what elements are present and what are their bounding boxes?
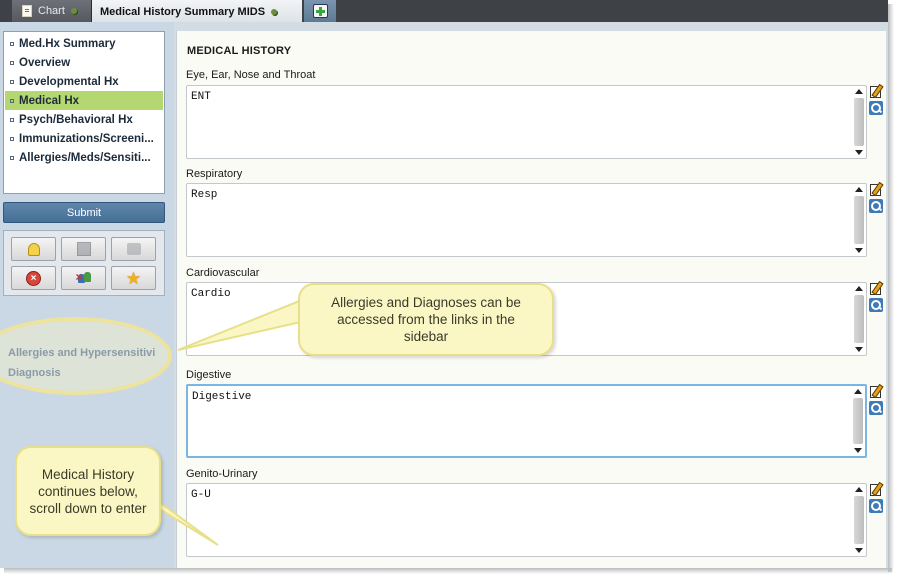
scrollbar[interactable] [853,388,864,454]
digestive-value: Digestive [192,391,252,403]
pin-icon[interactable] [271,8,278,15]
sidebar-item-medical-hx[interactable]: Medical Hx [5,91,163,110]
section-title: MEDICAL HISTORY [187,45,292,57]
frame-shadow [888,4,894,572]
bullet-icon [10,136,14,141]
sidebar-item-label: Immunizations/Screeni... [19,132,154,145]
bullet-icon [10,79,14,84]
callout-sidebar-links: Allergies and Diagnoses can be accessed … [298,283,554,356]
genito-urinary-textarea[interactable]: G-U [186,483,867,557]
bullet-icon [10,41,14,46]
zoom-icon[interactable] [869,499,883,513]
field-label-respiratory: Respiratory [186,168,243,180]
bullet-icon [10,98,14,103]
field-label-digestive: Digestive [186,369,232,381]
scrollbar[interactable] [854,88,865,156]
sidebar-item-psych-behavioral-hx[interactable]: Psych/Behavioral Hx [5,110,163,129]
edit-icon[interactable] [869,182,883,196]
zoom-icon[interactable] [869,298,883,312]
lightbulb-button[interactable] [11,237,56,261]
allergies-link[interactable]: Allergies and Hypersensitivi [8,347,155,359]
sidebar-nav: Med.Hx Summary Overview Developmental Hx… [3,31,165,194]
floppy-icon [76,242,91,256]
pin-icon[interactable] [70,8,77,14]
bullet-icon [10,60,14,65]
ent-value: ENT [191,91,211,103]
scrollbar[interactable] [854,285,865,353]
edit-icon[interactable] [869,84,883,98]
zoom-icon[interactable] [869,401,883,415]
edit-icon[interactable] [869,384,883,398]
tab-chart[interactable]: Chart [12,0,92,22]
bullet-icon [10,155,14,160]
sidebar-item-label: Med.Hx Summary [19,37,116,50]
tab-medical-history-label: Medical History Summary MIDS [100,5,266,18]
action-toolbar: × × ★ [3,230,165,296]
respiratory-value: Resp [191,189,218,201]
favorite-button[interactable]: ★ [111,266,156,290]
field-label-genito-urinary: Genito-Urinary [186,468,258,480]
people-button[interactable]: × [61,266,106,290]
cancel-icon: × [26,270,41,286]
scrollbar[interactable] [854,186,865,254]
edit-icon[interactable] [869,482,883,496]
field-label-cardiovascular: Cardiovascular [186,267,260,279]
tab-chart-label: Chart [38,5,65,17]
note-icon [126,243,141,255]
sidebar-item-allergies-meds[interactable]: Allergies/Meds/Sensiti... [5,148,163,167]
document-icon [22,5,32,17]
sidebar-item-label: Overview [19,56,71,69]
edit-icon[interactable] [869,281,883,295]
sidebar-item-label: Psych/Behavioral Hx [19,113,133,126]
sidebar-item-developmental-hx[interactable]: Developmental Hx [5,72,163,91]
scrollbar[interactable] [854,486,865,554]
cardiovascular-value: Cardio [191,288,231,300]
bullet-icon [10,117,14,122]
ent-textarea[interactable]: ENT [186,85,867,159]
genito-urinary-value: G-U [191,489,211,501]
cancel-button[interactable]: × [11,266,56,290]
lightbulb-icon [27,242,40,256]
add-tab-button[interactable] [304,0,336,22]
sidebar-item-label: Developmental Hx [19,75,119,88]
sidebar-item-med-hx-summary[interactable]: Med.Hx Summary [5,34,163,53]
save-button[interactable] [61,237,106,261]
star-icon: ★ [125,268,142,288]
sidebar-item-label: Allergies/Meds/Sensiti... [19,151,151,164]
field-label-ent: Eye, Ear, Nose and Throat [186,69,316,81]
callout-scroll-down: Medical History continues below, scroll … [15,446,161,536]
tab-medical-history-summary[interactable]: Medical History Summary MIDS [92,0,302,23]
sidebar-item-overview[interactable]: Overview [5,53,163,72]
zoom-icon[interactable] [869,101,883,115]
note-button[interactable] [111,237,156,261]
zoom-icon[interactable] [869,199,883,213]
add-tab-icon [312,4,328,18]
respiratory-textarea[interactable]: Resp [186,183,867,257]
tab-bar: Chart Medical History Summary MIDS [0,0,888,23]
digestive-textarea[interactable]: Digestive [186,384,867,458]
submit-button[interactable]: Submit [3,202,165,223]
sidebar-item-immunizations[interactable]: Immunizations/Screeni... [5,129,163,148]
frame-shadow [4,568,892,574]
sidebar-item-label: Medical Hx [19,94,80,107]
diagnosis-link[interactable]: Diagnosis [8,367,61,379]
people-icon: × [76,271,92,285]
